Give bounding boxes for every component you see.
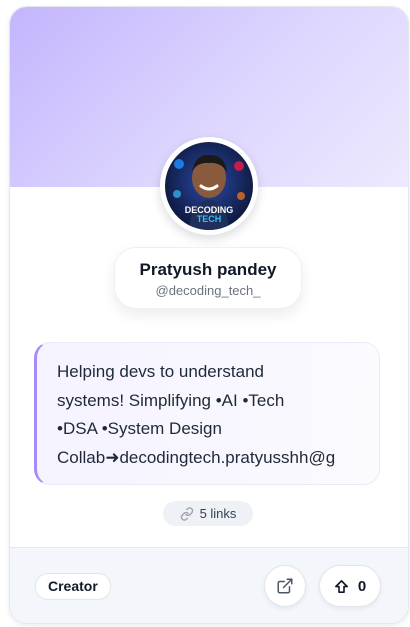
profile-name: Pratyush pandey [139,260,277,279]
profile-handle: @decoding_tech_ [155,283,261,298]
creator-badge: Creator [35,573,111,600]
upvote-count: 0 [357,577,367,595]
avatar: DECODING TECH [160,137,258,235]
external-link-icon [276,577,294,595]
links-button[interactable]: 5 links [163,501,253,526]
svg-text:TECH: TECH [197,214,222,224]
upvote-button[interactable]: 0 [319,565,381,607]
card-footer: Creator 0 [10,547,408,623]
links-label: 5 links [199,506,237,521]
bio-box: Helping devs to understand systems! Simp… [34,342,380,485]
link-icon [180,506,194,521]
open-profile-button[interactable] [264,565,306,607]
name-pill: Pratyush pandey @decoding_tech_ [114,247,302,309]
bio-text: Helping devs to understand systems! Simp… [57,362,336,467]
profile-card[interactable]: DECODING TECH Pratyush pandey @decoding_… [9,6,409,624]
avatar-image: DECODING TECH [165,142,253,230]
upvote-arrow-icon [334,579,349,594]
